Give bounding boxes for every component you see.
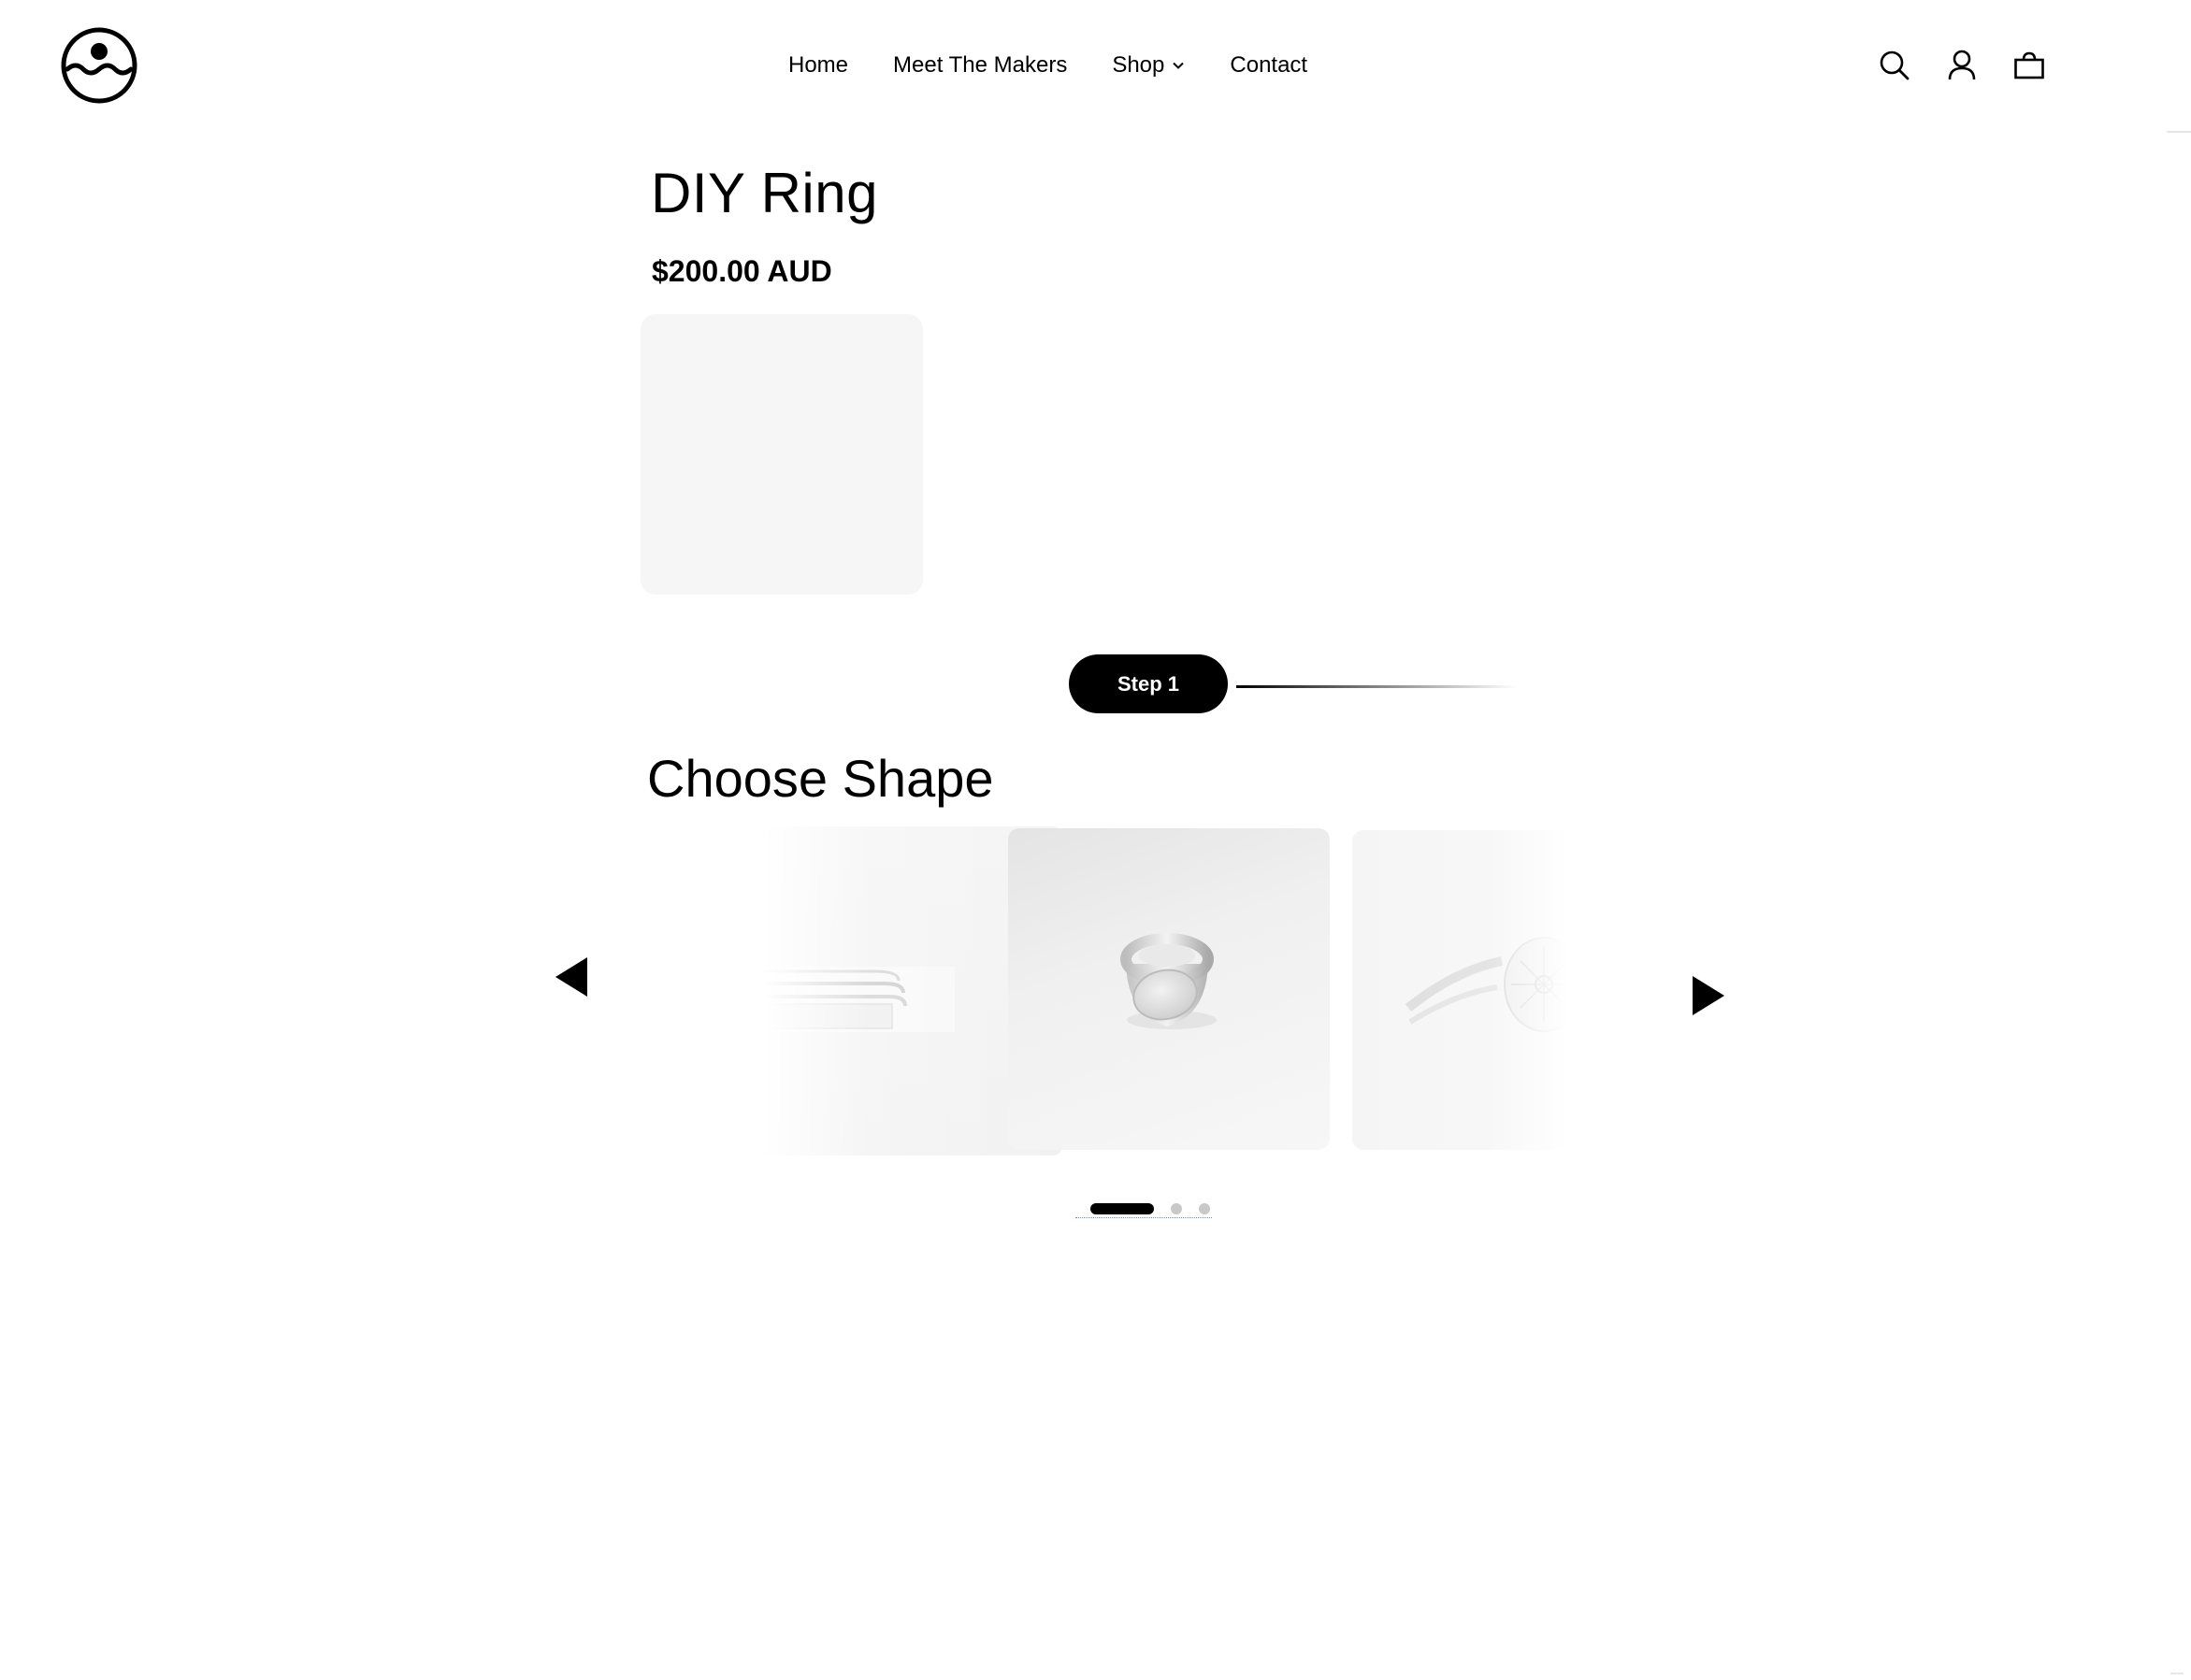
shape-option-sun-signet[interactable]: [1352, 830, 1567, 1150]
carousel-pagination: [1075, 1200, 1212, 1218]
site-header: Home Meet The Makers Shop Contact: [0, 0, 2191, 133]
page-corner-mark: [2170, 1673, 2184, 1674]
account-button[interactable]: [1943, 47, 1981, 84]
carousel-dot-2[interactable]: [1171, 1203, 1182, 1214]
product-price: $200.00 AUD: [652, 254, 832, 288]
chevron-down-icon: [1173, 62, 1185, 69]
nav-item-home[interactable]: Home: [788, 52, 848, 79]
nav-item-meet-the-makers[interactable]: Meet The Makers: [893, 52, 1067, 79]
search-button[interactable]: [1876, 47, 1913, 84]
account-icon: [1948, 50, 1976, 80]
triangle-right-icon: [1693, 976, 1724, 1015]
step-progress-line: [1236, 685, 1517, 688]
wave-face-logo-icon: [61, 27, 137, 104]
round-signet-ring-image: [1120, 933, 1217, 1029]
ring-preview-placeholder: [641, 314, 923, 595]
nav-item-shop[interactable]: Shop: [1112, 52, 1185, 79]
header-actions: [1876, 47, 2048, 84]
step-label: Step 1: [1117, 671, 1180, 696]
main-nav: Home Meet The Makers Shop Contact: [788, 47, 1352, 84]
nav-item-label: Home: [788, 52, 849, 78]
nav-item-label: Shop: [1112, 52, 1165, 78]
sun-signet-ring-image: [1352, 830, 1567, 1150]
triangle-left-icon: [555, 957, 587, 997]
product-title: DIY Ring: [651, 162, 879, 224]
site-logo[interactable]: [60, 26, 138, 105]
carousel-dot-3[interactable]: [1199, 1203, 1210, 1214]
cart-button[interactable]: [2011, 47, 2048, 84]
section-title: Choose Shape: [647, 749, 994, 808]
nav-item-contact[interactable]: Contact: [1230, 52, 1307, 79]
nav-item-label: Meet The Makers: [893, 52, 1068, 78]
carousel-next-button[interactable]: [1689, 974, 1726, 1017]
page: Home Meet The Makers Shop Contact DIY Ri…: [0, 0, 2191, 1680]
cart-icon: [2014, 51, 2044, 79]
shape-option-round-signet[interactable]: [1008, 828, 1330, 1150]
header-divider: [2167, 131, 2191, 133]
search-icon: [1880, 50, 1910, 80]
carousel-prev-button[interactable]: [554, 955, 591, 998]
nav-item-label: Contact: [1230, 52, 1308, 78]
step-badge[interactable]: Step 1: [1069, 654, 1228, 713]
carousel-dot-1[interactable]: [1090, 1203, 1154, 1214]
shape-carousel: [542, 823, 1739, 1159]
